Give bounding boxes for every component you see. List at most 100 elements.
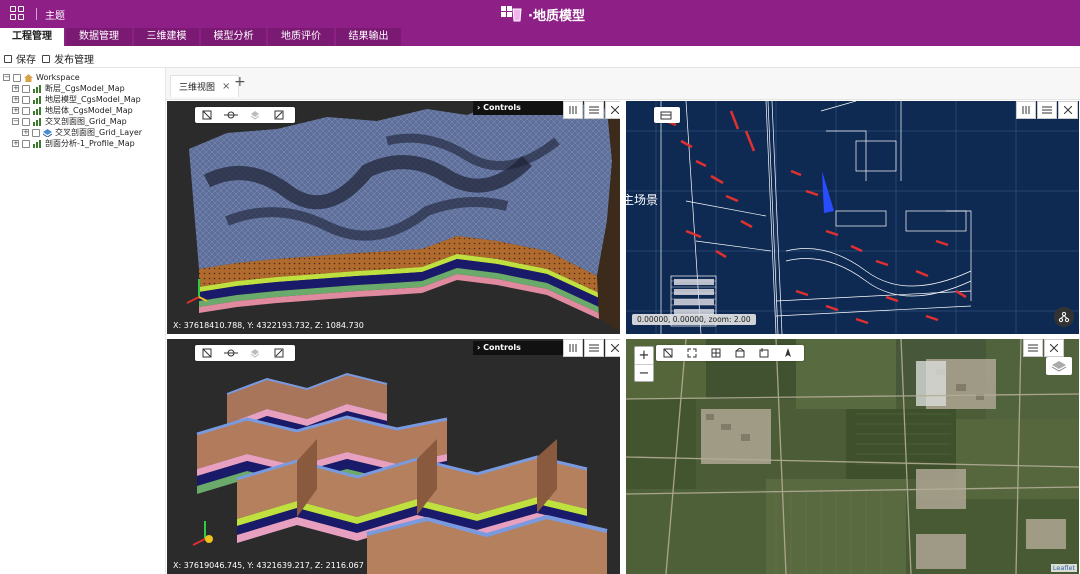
save-button[interactable]: 保存 <box>4 51 36 66</box>
viewport-3d-terrain[interactable]: › Controls X: 37618410.788, Y: 4322193.7… <box>167 101 620 334</box>
expand-toggle[interactable]: + <box>12 140 19 147</box>
menu-tab-project[interactable]: 工程管理 <box>0 28 64 46</box>
layer-checkbox[interactable] <box>13 73 21 82</box>
app-grid-icon[interactable] <box>10 6 24 20</box>
terrain-scene <box>186 101 620 331</box>
expand-toggle[interactable]: + <box>12 85 19 92</box>
layer-checkbox[interactable] <box>22 84 30 93</box>
tree-node[interactable]: + 地层体_CgsModel_Map <box>12 105 133 116</box>
collapse-toggle[interactable]: − <box>3 74 10 81</box>
menu-tab-data[interactable]: 数据管理 <box>66 28 132 46</box>
app-title: ·地质模型 <box>528 9 585 24</box>
layer-checkbox[interactable] <box>22 95 30 104</box>
split-horizontal-icon[interactable] <box>584 101 604 119</box>
menu-tab-model-analysis[interactable]: 模型分析 <box>201 28 266 46</box>
split-vertical-icon[interactable] <box>1016 101 1036 119</box>
map-scene-label: 主场景 <box>626 193 659 207</box>
layer-checkbox[interactable] <box>32 128 40 137</box>
split-horizontal-icon[interactable] <box>1023 339 1043 357</box>
tree-node[interactable]: + 交叉剖面图_Grid_Layer <box>22 127 142 138</box>
clip-icon[interactable] <box>267 107 291 123</box>
split-vertical-icon[interactable] <box>563 101 583 119</box>
map-layer-icon <box>33 95 41 104</box>
theme-button[interactable]: 主题 <box>45 7 65 22</box>
expand-toggle[interactable]: + <box>22 129 29 136</box>
layer-switcher-icon[interactable] <box>1046 357 1072 375</box>
tree-node[interactable]: + 断层_CgsModel_Map <box>12 83 125 94</box>
tab-3d-view[interactable]: 三维视图 × <box>170 75 240 97</box>
view-tools <box>195 345 295 361</box>
fence-rows <box>196 372 608 574</box>
save-label: 保存 <box>16 55 36 66</box>
tree-node[interactable]: + 地层模型_CgsModel_Map <box>12 94 141 105</box>
menu-tab-3d-modeling[interactable]: 三维建模 <box>134 28 199 46</box>
zoom-readout: 0.00000, 0.00000, zoom: 2.00 <box>632 314 756 325</box>
zoom-out-button[interactable]: − <box>635 364 653 381</box>
clip-icon[interactable] <box>267 345 291 361</box>
split-vertical-icon[interactable] <box>563 339 583 357</box>
view-tools <box>195 107 295 123</box>
close-pane-icon[interactable] <box>605 101 620 119</box>
split-horizontal-icon[interactable] <box>1037 101 1057 119</box>
close-pane-icon[interactable] <box>1058 101 1078 119</box>
fullscreen-icon[interactable] <box>680 345 704 361</box>
map-layer-icon <box>33 139 41 148</box>
building-icon[interactable] <box>728 345 752 361</box>
viewport-cad-map[interactable]: 主场景 0.00000, 0.00000, zoom: 2.00 <box>626 101 1079 334</box>
measure-icon[interactable] <box>219 107 243 123</box>
close-pane-icon[interactable] <box>605 339 620 357</box>
layer-checkbox[interactable] <box>22 117 30 126</box>
layer-checkbox[interactable] <box>22 106 30 115</box>
viewport-grid-sections[interactable]: › Controls X: 37619046.745, Y: 4321639.2… <box>167 339 620 574</box>
expand-toggle[interactable]: + <box>12 96 19 103</box>
title-bar: 主题 ·地质模型 <box>0 0 1080 28</box>
layers-icon[interactable] <box>243 107 267 123</box>
tree-label: 地层体_CgsModel_Map <box>45 106 133 115</box>
grid-view-icon[interactable] <box>704 345 728 361</box>
controls-panel-toggle[interactable]: › Controls <box>473 341 563 355</box>
controls-panel-toggle[interactable]: › Controls <box>473 101 563 115</box>
menu-tab-geo-evaluation[interactable]: 地质评价 <box>268 28 334 46</box>
split-horizontal-icon[interactable] <box>584 339 604 357</box>
save-icon <box>4 54 12 63</box>
tree-node[interactable]: − 交叉剖面图_Grid_Map <box>12 116 127 127</box>
tree-node[interactable]: + 剖面分析-1_Profile_Map <box>12 138 135 149</box>
zoom-in-button[interactable]: + <box>635 347 653 364</box>
expand-toggle[interactable]: + <box>12 107 19 114</box>
close-tab-icon[interactable]: × <box>222 81 230 92</box>
close-pane-icon[interactable] <box>1044 339 1064 357</box>
layers-icon[interactable] <box>243 345 267 361</box>
pane-buttons <box>1022 339 1064 357</box>
map-zoom-control: + − <box>634 346 654 382</box>
tree-label: 剖面分析-1_Profile_Map <box>45 139 135 148</box>
map-style-icon[interactable] <box>654 107 678 123</box>
watermark-text: 大数跨境 <box>50 545 122 565</box>
tree-label: 交叉剖面图_Grid_Map <box>45 117 127 126</box>
map-tools <box>654 107 680 123</box>
grid-layer-icon <box>43 128 52 137</box>
tree-node-workspace[interactable]: − Workspace <box>3 72 80 83</box>
layer-checkbox[interactable] <box>22 139 30 148</box>
workspace-tree: − Workspace + 断层_CgsModel_Map + 地层模型_Cgs… <box>0 68 166 574</box>
reset-view-icon[interactable] <box>195 345 219 361</box>
network-icon[interactable] <box>1054 307 1074 327</box>
controls-label: Controls <box>483 103 521 112</box>
map-layer-icon <box>33 117 41 126</box>
compass-icon[interactable] <box>776 345 800 361</box>
reset-view-icon[interactable] <box>656 345 680 361</box>
cad-drawing <box>626 101 1079 334</box>
menu-tab-output[interactable]: 结果输出 <box>336 28 401 46</box>
terrain-icon[interactable] <box>752 345 776 361</box>
publish-button[interactable]: 发布管理 <box>42 51 94 66</box>
map-attribution[interactable]: Leaflet <box>1050 564 1077 572</box>
reset-view-icon[interactable] <box>195 107 219 123</box>
measure-icon[interactable] <box>219 345 243 361</box>
coordinate-readout: X: 37619046.745, Y: 4321639.217, Z: 2116… <box>173 561 364 570</box>
grid-section-scene <box>192 372 608 574</box>
watermark: 大数跨境 <box>10 540 122 565</box>
viewport-satellite-map[interactable]: + − Leaflet <box>626 339 1079 574</box>
add-tab-button[interactable]: + <box>234 74 246 90</box>
collapse-toggle[interactable]: − <box>12 118 19 125</box>
toolbar: 保存 发布管理 <box>0 46 1080 68</box>
tab-label: 三维视图 <box>179 83 216 93</box>
